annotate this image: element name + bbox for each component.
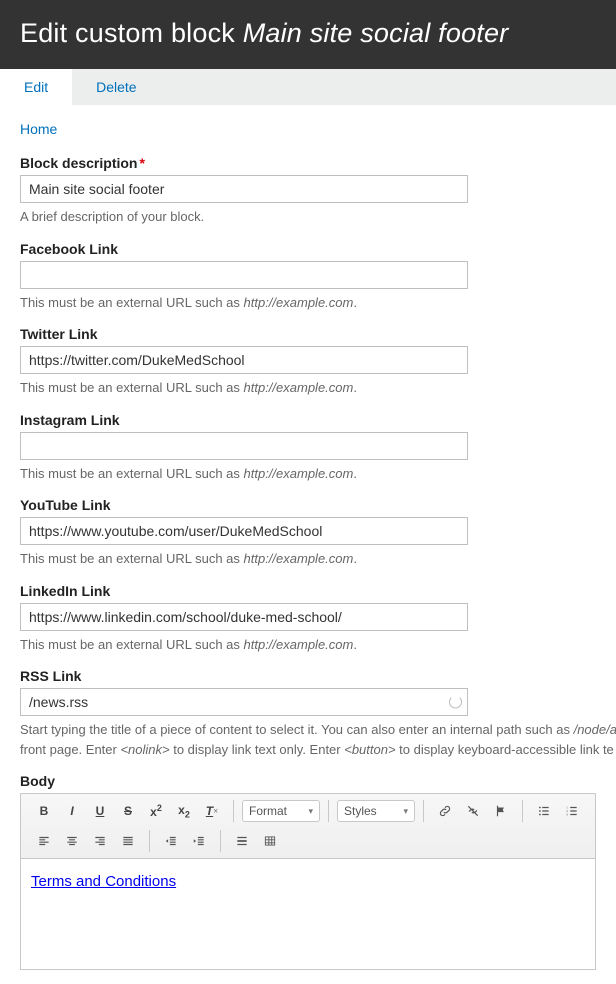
youtube-help: This must be an external URL such as htt… [20, 549, 596, 569]
wysiwyg-editor: B I U S x2 x2 T× Format▾ [20, 793, 596, 970]
breadcrumb-home[interactable]: Home [20, 121, 57, 137]
align-justify-button[interactable] [115, 828, 141, 854]
chevron-down-icon: ▾ [403, 806, 408, 817]
align-left-icon [37, 834, 51, 848]
toolbar-separator [220, 830, 221, 852]
linkedin-label: LinkedIn Link [20, 583, 596, 599]
facebook-help: This must be an external URL such as htt… [20, 293, 596, 313]
youtube-input[interactable] [20, 517, 468, 545]
table-icon [263, 834, 277, 848]
breadcrumb: Home [20, 121, 596, 137]
link-button[interactable] [432, 798, 458, 824]
field-facebook: Facebook Link This must be an external U… [20, 241, 596, 313]
link-icon [438, 804, 452, 818]
editor-body[interactable]: Terms and Conditions [21, 859, 595, 969]
field-instagram: Instagram Link This must be an external … [20, 412, 596, 484]
instagram-label: Instagram Link [20, 412, 596, 428]
tab-edit[interactable]: Edit [0, 69, 72, 105]
format-dropdown[interactable]: Format▾ [242, 800, 320, 822]
twitter-label: Twitter Link [20, 326, 596, 342]
field-body: Body B I U S x2 x2 T× Fo [20, 773, 596, 970]
editor-toolbar: B I U S x2 x2 T× Format▾ [21, 794, 595, 859]
hr-icon [235, 834, 249, 848]
tabs-bar: Edit Delete [0, 69, 616, 105]
outdent-button[interactable] [158, 828, 184, 854]
facebook-input[interactable] [20, 261, 468, 289]
facebook-label: Facebook Link [20, 241, 596, 257]
instagram-input[interactable] [20, 432, 468, 460]
bulleted-list-button[interactable] [531, 798, 557, 824]
toolbar-row-1: B I U S x2 x2 T× Format▾ [27, 798, 589, 824]
underline-button[interactable]: U [87, 798, 113, 824]
required-marker: * [139, 155, 144, 171]
toolbar-separator [233, 800, 234, 822]
align-left-button[interactable] [31, 828, 57, 854]
twitter-help: This must be an external URL such as htt… [20, 378, 596, 398]
styles-dropdown[interactable]: Styles▾ [337, 800, 415, 822]
bold-button[interactable]: B [31, 798, 57, 824]
block-description-input[interactable] [20, 175, 468, 203]
field-block-description: Block description* A brief description o… [20, 155, 596, 227]
field-youtube: YouTube Link This must be an external UR… [20, 497, 596, 569]
rss-help: Start typing the title of a piece of con… [20, 720, 596, 740]
toolbar-row-2 [27, 828, 589, 854]
field-rss: RSS Link Start typing the title of a pie… [20, 668, 596, 759]
align-center-button[interactable] [59, 828, 85, 854]
chevron-down-icon: ▾ [308, 806, 313, 817]
page-title-prefix: Edit custom block [20, 18, 243, 48]
toolbar-separator [149, 830, 150, 852]
rss-help-2: front page. Enter <nolink> to display li… [20, 740, 596, 760]
block-description-label: Block description* [20, 155, 596, 171]
indent-button[interactable] [186, 828, 212, 854]
anchor-button[interactable] [488, 798, 514, 824]
field-twitter: Twitter Link This must be an external UR… [20, 326, 596, 398]
italic-button[interactable]: I [59, 798, 85, 824]
youtube-label: YouTube Link [20, 497, 596, 513]
page-header: Edit custom block Main site social foote… [0, 0, 616, 69]
block-description-help: A brief description of your block. [20, 207, 596, 227]
autocomplete-spinner-icon [449, 696, 462, 709]
linkedin-input[interactable] [20, 603, 468, 631]
indent-icon [192, 834, 206, 848]
svg-text:3: 3 [566, 813, 568, 817]
rss-input[interactable] [20, 688, 468, 716]
toolbar-separator [328, 800, 329, 822]
list-bullet-icon [537, 804, 551, 818]
toolbar-separator [423, 800, 424, 822]
align-right-button[interactable] [87, 828, 113, 854]
numbered-list-button[interactable]: 123 [559, 798, 585, 824]
hr-button[interactable] [229, 828, 255, 854]
flag-icon [494, 804, 508, 818]
field-linkedin: LinkedIn Link This must be an external U… [20, 583, 596, 655]
unlink-icon [466, 804, 480, 818]
page-title-name: Main site social footer [243, 18, 509, 48]
subscript-button[interactable]: x2 [171, 798, 197, 824]
rss-label: RSS Link [20, 668, 596, 684]
instagram-help: This must be an external URL such as htt… [20, 464, 596, 484]
page-title: Edit custom block Main site social foote… [20, 18, 596, 49]
toolbar-separator [522, 800, 523, 822]
rss-autocomplete-wrap [20, 688, 468, 716]
superscript-button[interactable]: x2 [143, 798, 169, 824]
form-content: Home Block description* A brief descript… [0, 105, 616, 970]
twitter-input[interactable] [20, 346, 468, 374]
table-button[interactable] [257, 828, 283, 854]
align-center-icon [65, 834, 79, 848]
outdent-icon [164, 834, 178, 848]
strikethrough-button[interactable]: S [115, 798, 141, 824]
body-label: Body [20, 773, 596, 789]
list-number-icon: 123 [565, 804, 579, 818]
linkedin-help: This must be an external URL such as htt… [20, 635, 596, 655]
align-justify-icon [121, 834, 135, 848]
body-link[interactable]: Terms and Conditions [31, 873, 176, 890]
align-right-icon [93, 834, 107, 848]
unlink-button[interactable] [460, 798, 486, 824]
remove-format-button[interactable]: T× [199, 798, 225, 824]
tab-delete[interactable]: Delete [72, 69, 160, 105]
